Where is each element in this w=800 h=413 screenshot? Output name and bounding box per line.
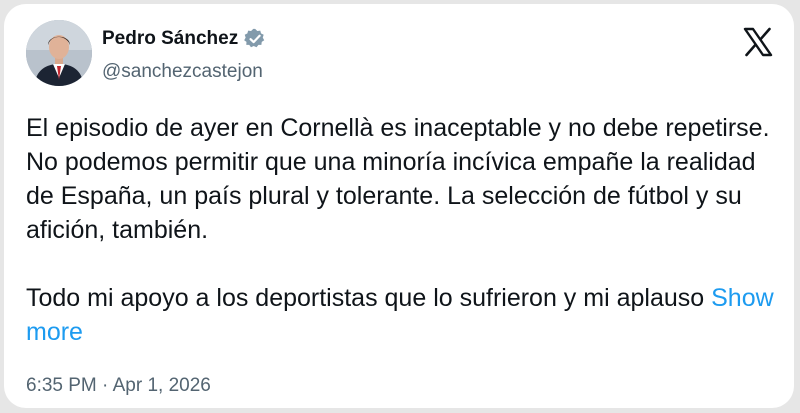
tweet-text: El episodio de ayer en Cornellà es inace… (26, 111, 786, 349)
x-logo-icon[interactable] (742, 26, 774, 58)
author-handle[interactable]: @sanchezcastejon (102, 61, 263, 83)
tweet-paragraph-2: Todo mi apoyo a los deportistas que lo s… (26, 284, 705, 312)
tweet-card[interactable]: Pedro Sánchez @sanchezcastejon El episod… (4, 4, 794, 408)
avatar[interactable] (26, 20, 92, 86)
avatar-image (26, 20, 92, 86)
author-row: Pedro Sánchez (102, 28, 266, 50)
verified-badge-icon (244, 28, 266, 50)
author-name[interactable]: Pedro Sánchez (102, 28, 238, 50)
tweet-timestamp[interactable]: 6:35 PM · Apr 1, 2026 (26, 375, 211, 397)
tweet-paragraph-1: El episodio de ayer en Cornellà es inace… (26, 114, 777, 244)
